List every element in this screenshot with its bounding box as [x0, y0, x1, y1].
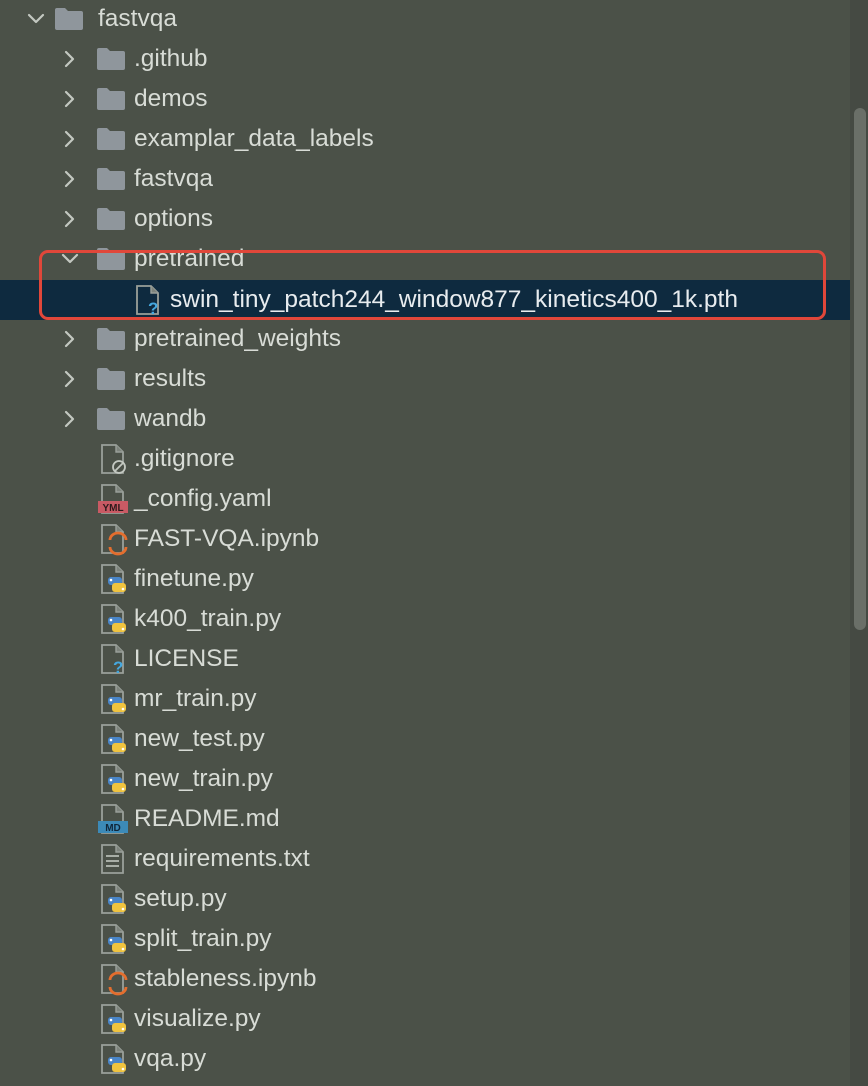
tree-item-label: fastvqa: [134, 165, 213, 192]
tree-file-visualize-py[interactable]: visualize.py: [0, 999, 850, 1039]
tree-item-label: FAST-VQA.ipynb: [134, 525, 320, 552]
tree-file-swin-tiny-patch244-window877-kinetics400-1k-pth[interactable]: ? swin_tiny_patch244_window877_kinetics40…: [0, 280, 850, 320]
gitignore-file-icon: [96, 439, 130, 479]
python-file-icon: [96, 879, 130, 919]
tree-item-label: setup.py: [134, 885, 227, 912]
python-file-icon: [96, 999, 130, 1039]
tree-folder-demos[interactable]: demos: [0, 79, 850, 119]
folder-icon: [94, 319, 128, 359]
tree-item-label: stableness.ipynb: [134, 965, 317, 992]
tree-item-label: README.md: [134, 805, 280, 832]
python-file-icon: [96, 719, 130, 759]
folder-icon: [94, 199, 128, 239]
text-file-icon: [96, 839, 130, 879]
tree-file-new-train-py[interactable]: new_train.py: [0, 759, 850, 799]
tree-file-mr-train-py[interactable]: mr_train.py: [0, 679, 850, 719]
tree-folder-wandb[interactable]: wandb: [0, 399, 850, 439]
svg-text:?: ?: [113, 658, 123, 677]
python-file-icon: [96, 679, 130, 719]
tree-item-label: requirements.txt: [134, 845, 310, 872]
chevron-right-icon[interactable]: [60, 119, 80, 159]
tree-item-label: .gitignore: [134, 445, 235, 472]
tree-folder-results[interactable]: results: [0, 359, 850, 399]
tree-file-gitignore[interactable]: .gitignore: [0, 439, 850, 479]
tree-item-label: visualize.py: [134, 1005, 261, 1032]
python-file-icon: [96, 1039, 130, 1079]
tree-file-license[interactable]: ? LICENSE: [0, 639, 850, 679]
folder-icon: [94, 159, 128, 199]
tree-file-new-test-py[interactable]: new_test.py: [0, 719, 850, 759]
chevron-right-icon[interactable]: [60, 359, 80, 399]
tree-file-fast-vqa-ipynb[interactable]: FAST-VQA.ipynb: [0, 519, 850, 559]
chevron-down-icon[interactable]: [26, 0, 46, 39]
vertical-scrollbar[interactable]: [850, 0, 868, 1086]
tree-item-label: fastvqa: [98, 5, 177, 32]
chevron-right-icon[interactable]: [60, 39, 80, 79]
tree-folder-fastvqa[interactable]: fastvqa: [0, 159, 850, 199]
tree-folder-pretrained[interactable]: pretrained: [0, 239, 850, 279]
tree-file-readme-md[interactable]: MD README.md: [0, 799, 850, 839]
tree-item-label: mr_train.py: [134, 685, 257, 712]
python-file-icon: [96, 559, 130, 599]
folder-icon: [94, 399, 128, 439]
tree-item-label: wandb: [134, 405, 207, 432]
tree-item-label: pretrained_weights: [134, 325, 342, 352]
python-file-icon: [96, 599, 130, 639]
svg-text:YML: YML: [102, 503, 123, 514]
folder-icon: [94, 39, 128, 79]
python-file-icon: [96, 919, 130, 959]
tree-item-label: demos: [134, 85, 208, 112]
tree-file-requirements-txt[interactable]: requirements.txt: [0, 839, 850, 879]
tree-item-label: examplar_data_labels: [134, 125, 374, 152]
chevron-right-icon[interactable]: [60, 319, 80, 359]
unknown-file-icon: ?: [96, 639, 130, 679]
tree-folder-fastvqa[interactable]: fastvqa: [0, 0, 850, 39]
jupyter-file-icon: [96, 519, 130, 559]
tree-item-label: split_train.py: [134, 925, 272, 952]
unknown-file-icon: ?: [131, 280, 165, 320]
tree-file-stableness-ipynb[interactable]: stableness.ipynb: [0, 959, 850, 999]
tree-folder-github[interactable]: .github: [0, 39, 850, 79]
scrollbar-thumb[interactable]: [854, 108, 866, 630]
svg-text:MD: MD: [105, 823, 121, 834]
chevron-down-icon[interactable]: [60, 239, 80, 279]
chevron-right-icon[interactable]: [60, 159, 80, 199]
tree-item-label: options: [134, 205, 214, 232]
chevron-right-icon[interactable]: [60, 399, 80, 439]
folder-icon: [94, 239, 128, 279]
tree-file-vqa-py[interactable]: vqa.py: [0, 1039, 850, 1079]
tree-item-label: LICENSE: [134, 645, 239, 672]
tree-item-label: results: [134, 365, 207, 392]
tree-item-label: _config.yaml: [134, 485, 272, 512]
svg-text:?: ?: [148, 299, 158, 318]
project-tree: fastvqa .github demos examplar_data_labels f…: [0, 0, 850, 1086]
tree-file-finetune-py[interactable]: finetune.py: [0, 559, 850, 599]
tree-item-label: k400_train.py: [134, 605, 282, 632]
markdown-file-icon: MD: [96, 799, 130, 839]
folder-icon: [94, 79, 128, 119]
tree-folder-options[interactable]: options: [0, 199, 850, 239]
folder-icon: [94, 359, 128, 399]
tree-file-split-train-py[interactable]: split_train.py: [0, 919, 850, 959]
tree-item-label: swin_tiny_patch244_window877_kinetics400…: [170, 286, 738, 313]
tree-item-label: vqa.py: [134, 1045, 207, 1072]
tree-file-k400-train-py[interactable]: k400_train.py: [0, 599, 850, 639]
tree-folder-pretrained-weights[interactable]: pretrained_weights: [0, 319, 850, 359]
python-file-icon: [96, 759, 130, 799]
tree-folder-examplar-data-labels[interactable]: examplar_data_labels: [0, 119, 850, 159]
tree-item-label: pretrained: [134, 245, 245, 272]
tree-item-label: finetune.py: [134, 565, 254, 592]
tree-file-config-yaml[interactable]: YML _config.yaml: [0, 479, 850, 519]
tree-item-label: new_train.py: [134, 765, 273, 792]
tree-file-setup-py[interactable]: setup.py: [0, 879, 850, 919]
chevron-right-icon[interactable]: [60, 79, 80, 119]
yaml-file-icon: YML: [96, 479, 130, 519]
folder-icon: [52, 0, 86, 39]
jupyter-file-icon: [96, 959, 130, 999]
tree-item-label: .github: [134, 45, 208, 72]
chevron-right-icon[interactable]: [60, 199, 80, 239]
tree-item-label: new_test.py: [134, 725, 265, 752]
folder-icon: [94, 119, 128, 159]
